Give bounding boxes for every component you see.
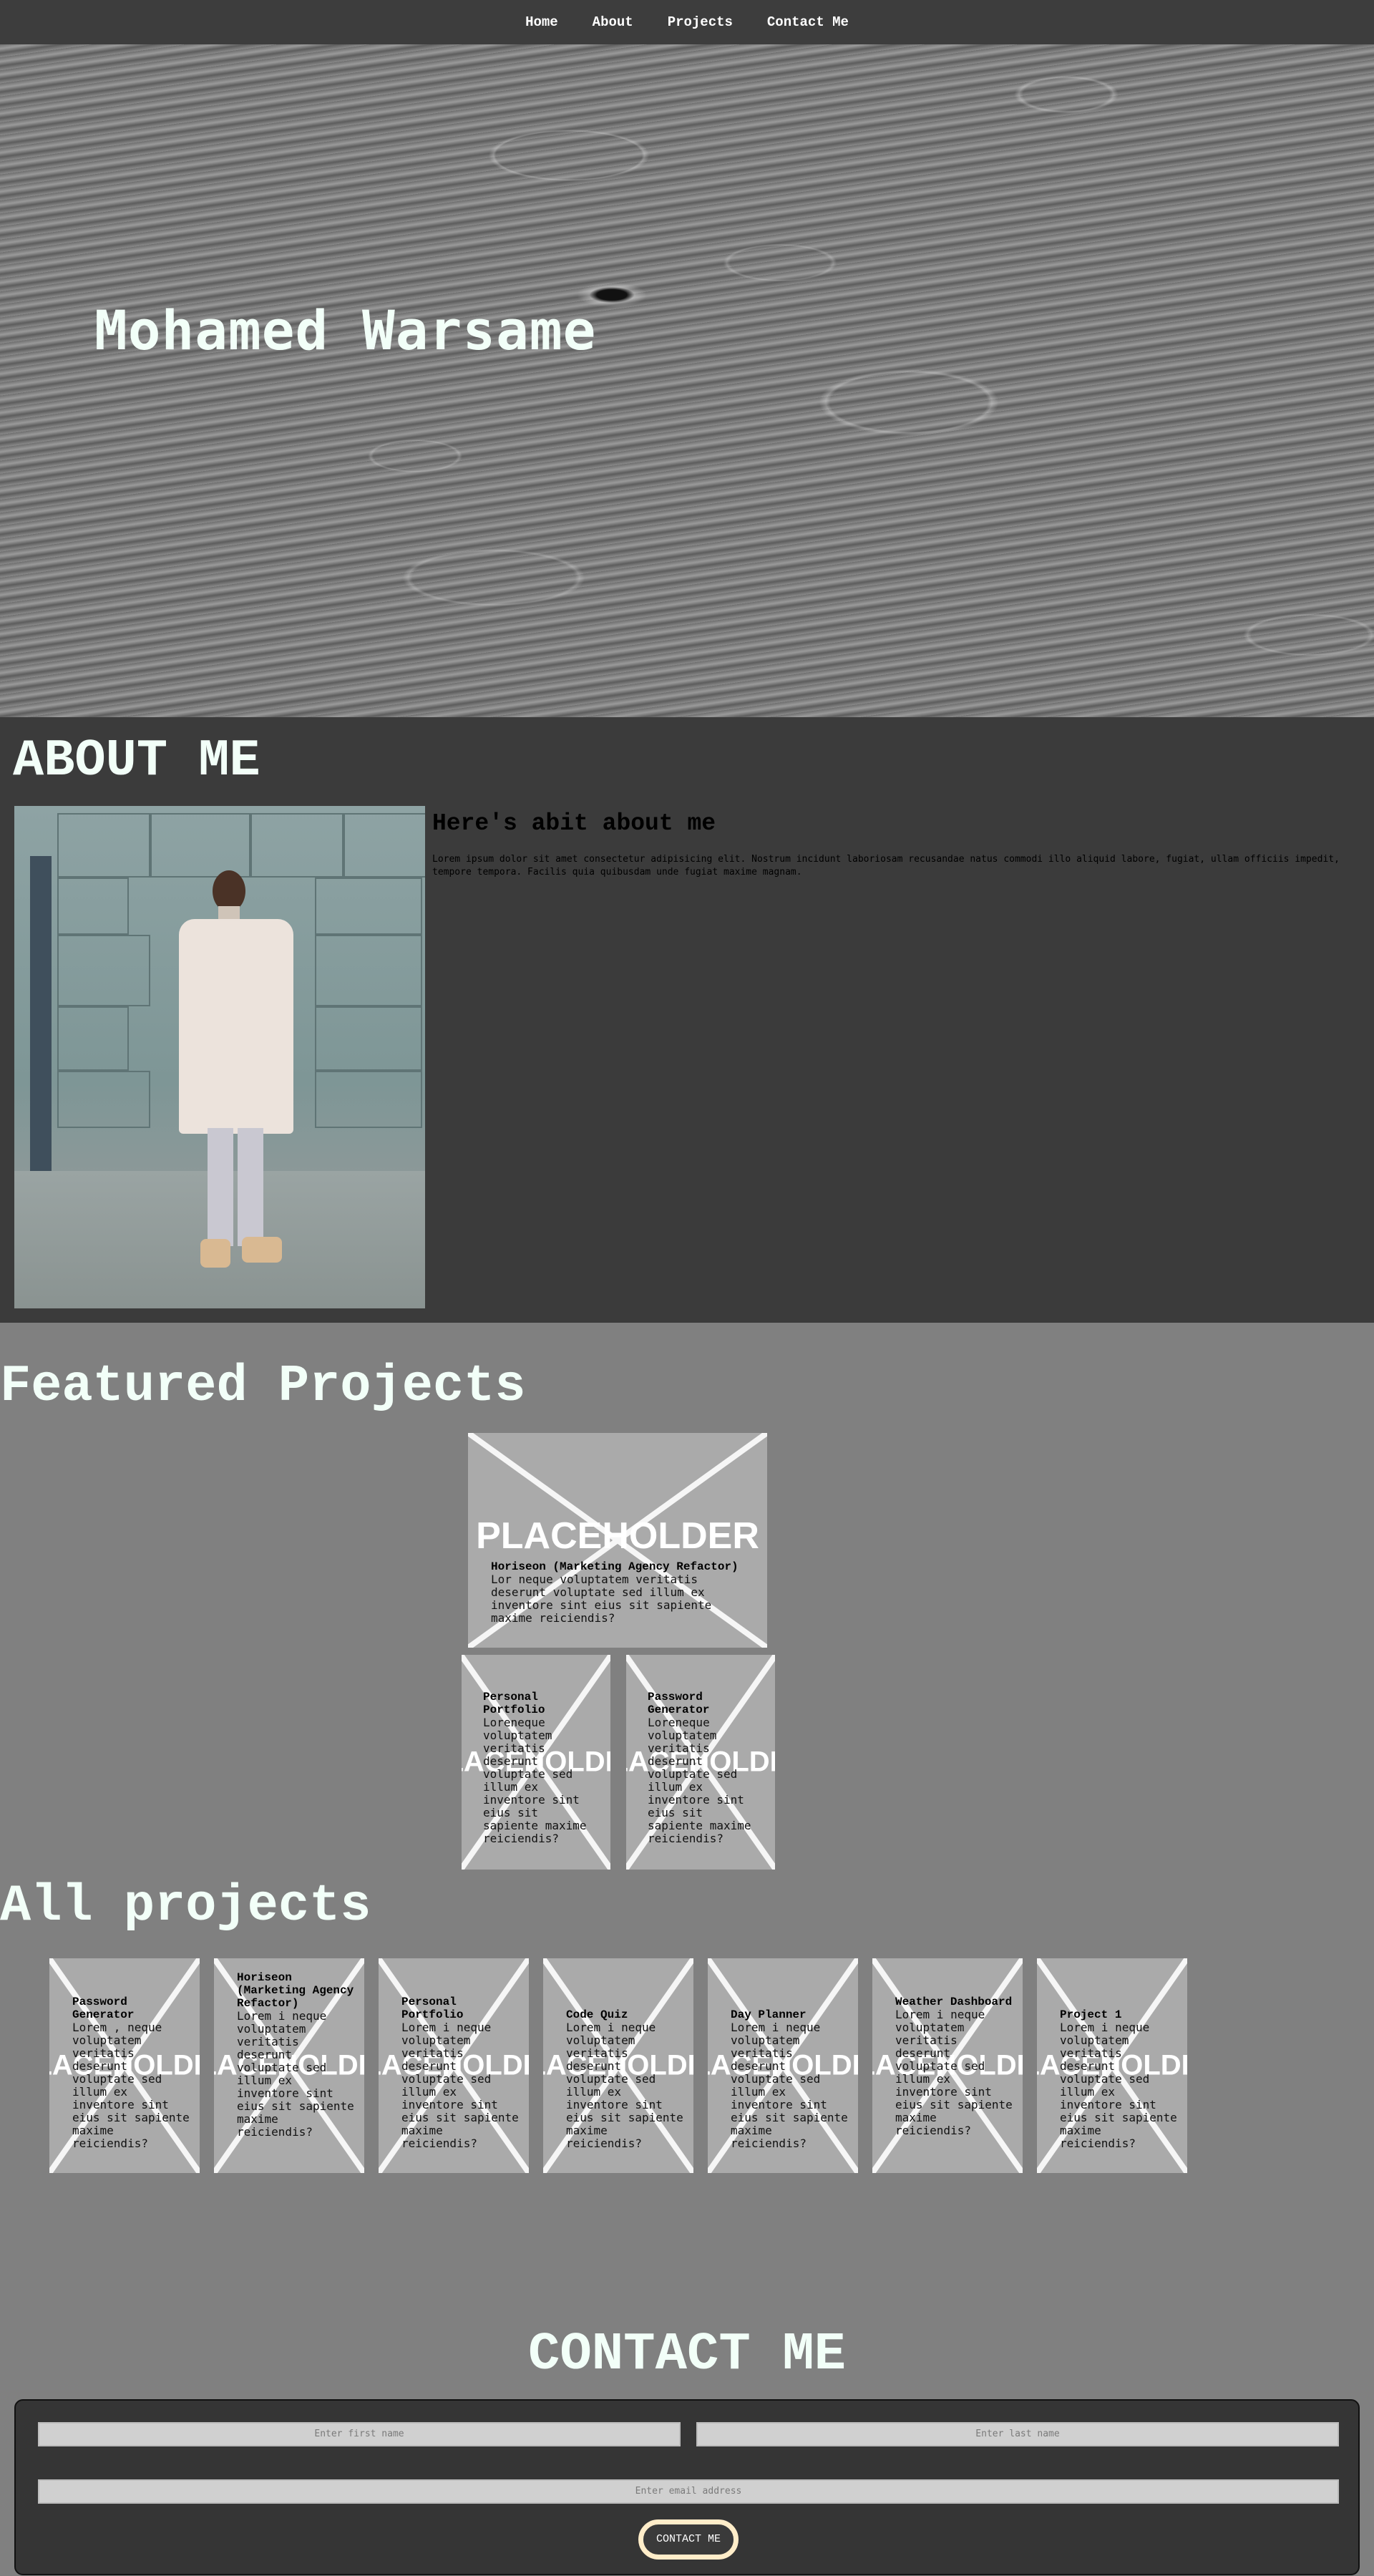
project-card[interactable]: PLACEHOLDER Code Quiz Lorem i neque volu…	[543, 1958, 693, 2173]
project-description: Lorem i neque voluptatem veritatis deser…	[895, 2008, 1013, 2137]
featured-project-card[interactable]: PLACEHOLDER Personal Portfolio Loreneque…	[462, 1655, 610, 1870]
email-input[interactable]: Enter email address	[38, 2479, 1339, 2504]
project-name: Horiseon (Marketing Agency Refactor)	[491, 1560, 739, 1573]
nav-link-contact[interactable]: Contact Me	[767, 14, 849, 30]
top-nav: Home About Projects Contact Me	[0, 0, 1374, 44]
featured-project-card[interactable]: PLACEHOLDER Password Generator Loreneque…	[626, 1655, 775, 1870]
last-name-input[interactable]: Enter last name	[696, 2422, 1339, 2446]
project-name: Day Planner	[731, 2008, 807, 2021]
about-section: ABOUT ME Here's abit about me Lorem ipsu…	[0, 717, 1374, 1323]
about-subtitle: Here's abit about me	[432, 810, 716, 837]
project-name: Code Quiz	[566, 2008, 628, 2021]
project-card[interactable]: PLACEHOLDER Password Generator Lorem , n…	[49, 1958, 200, 2173]
hero-banner: Mohamed Warsame	[0, 44, 1374, 717]
about-title: ABOUT ME	[13, 732, 260, 790]
project-description: Loreneque voluptatem veritatis deserunt …	[483, 1716, 587, 1845]
project-description: Lorem i neque voluptatem veritatis deser…	[1060, 2021, 1177, 2150]
featured-projects-title: Featured Projects	[0, 1357, 526, 1416]
featured-project-card[interactable]: PLACEHOLDER Horiseon (Marketing Agency R…	[468, 1433, 767, 1648]
project-name: Personal Portfolio	[483, 1691, 545, 1716]
project-description: Loreneque voluptatem veritatis deserunt …	[648, 1716, 751, 1845]
project-description: Lorem , neque voluptatem veritatis deser…	[72, 2021, 190, 2150]
project-name: Personal Portfolio	[401, 1996, 464, 2021]
project-name: Weather Dashboard	[895, 1996, 1013, 2008]
hero-name: Mohamed Warsame	[94, 298, 597, 362]
project-name: Horiseon (Marketing Agency Refactor)	[237, 1971, 354, 2010]
contact-submit-button[interactable]: CONTACT ME	[638, 2519, 739, 2560]
project-description: Lorem i neque voluptatem veritatis deser…	[566, 2021, 683, 2150]
contact-title: CONTACT ME	[527, 2325, 847, 2385]
project-name: Project 1	[1060, 2008, 1122, 2021]
nav-link-projects[interactable]: Projects	[668, 14, 733, 30]
project-card[interactable]: PLACEHOLDER Weather Dashboard Lorem i ne…	[872, 1958, 1023, 2173]
project-card[interactable]: PLACEHOLDER Horiseon (Marketing Agency R…	[214, 1958, 364, 2173]
contact-form: Enter first name Enter last name Enter e…	[14, 2399, 1360, 2575]
project-card[interactable]: PLACEHOLDER Project 1 Lorem i neque volu…	[1037, 1958, 1187, 2173]
nav-link-about[interactable]: About	[593, 14, 633, 30]
about-text: Lorem ipsum dolor sit amet consectetur a…	[432, 854, 1340, 878]
profile-photo	[14, 806, 425, 1308]
project-description: Lorem i neque voluptatem veritatis deser…	[401, 2021, 519, 2150]
first-name-input[interactable]: Enter first name	[38, 2422, 681, 2446]
project-description: Lor neque voluptatem veritatis deserunt …	[491, 1573, 712, 1625]
all-projects-title: All projects	[0, 1877, 371, 1935]
project-card[interactable]: PLACEHOLDER Personal Portfolio Lorem i n…	[379, 1958, 529, 2173]
project-name: Password Generator	[648, 1691, 710, 1716]
project-description: Lorem i neque voluptatem veritatis deser…	[731, 2021, 848, 2150]
nav-link-home[interactable]: Home	[525, 14, 558, 30]
project-card[interactable]: PLACEHOLDER Day Planner Lorem i neque vo…	[708, 1958, 858, 2173]
project-description: Lorem i neque voluptatem veritatis deser…	[237, 2009, 354, 2139]
project-name: Password Generator	[72, 1996, 135, 2021]
project-image-placeholder: PLACEHOLDER	[476, 1515, 759, 1557]
